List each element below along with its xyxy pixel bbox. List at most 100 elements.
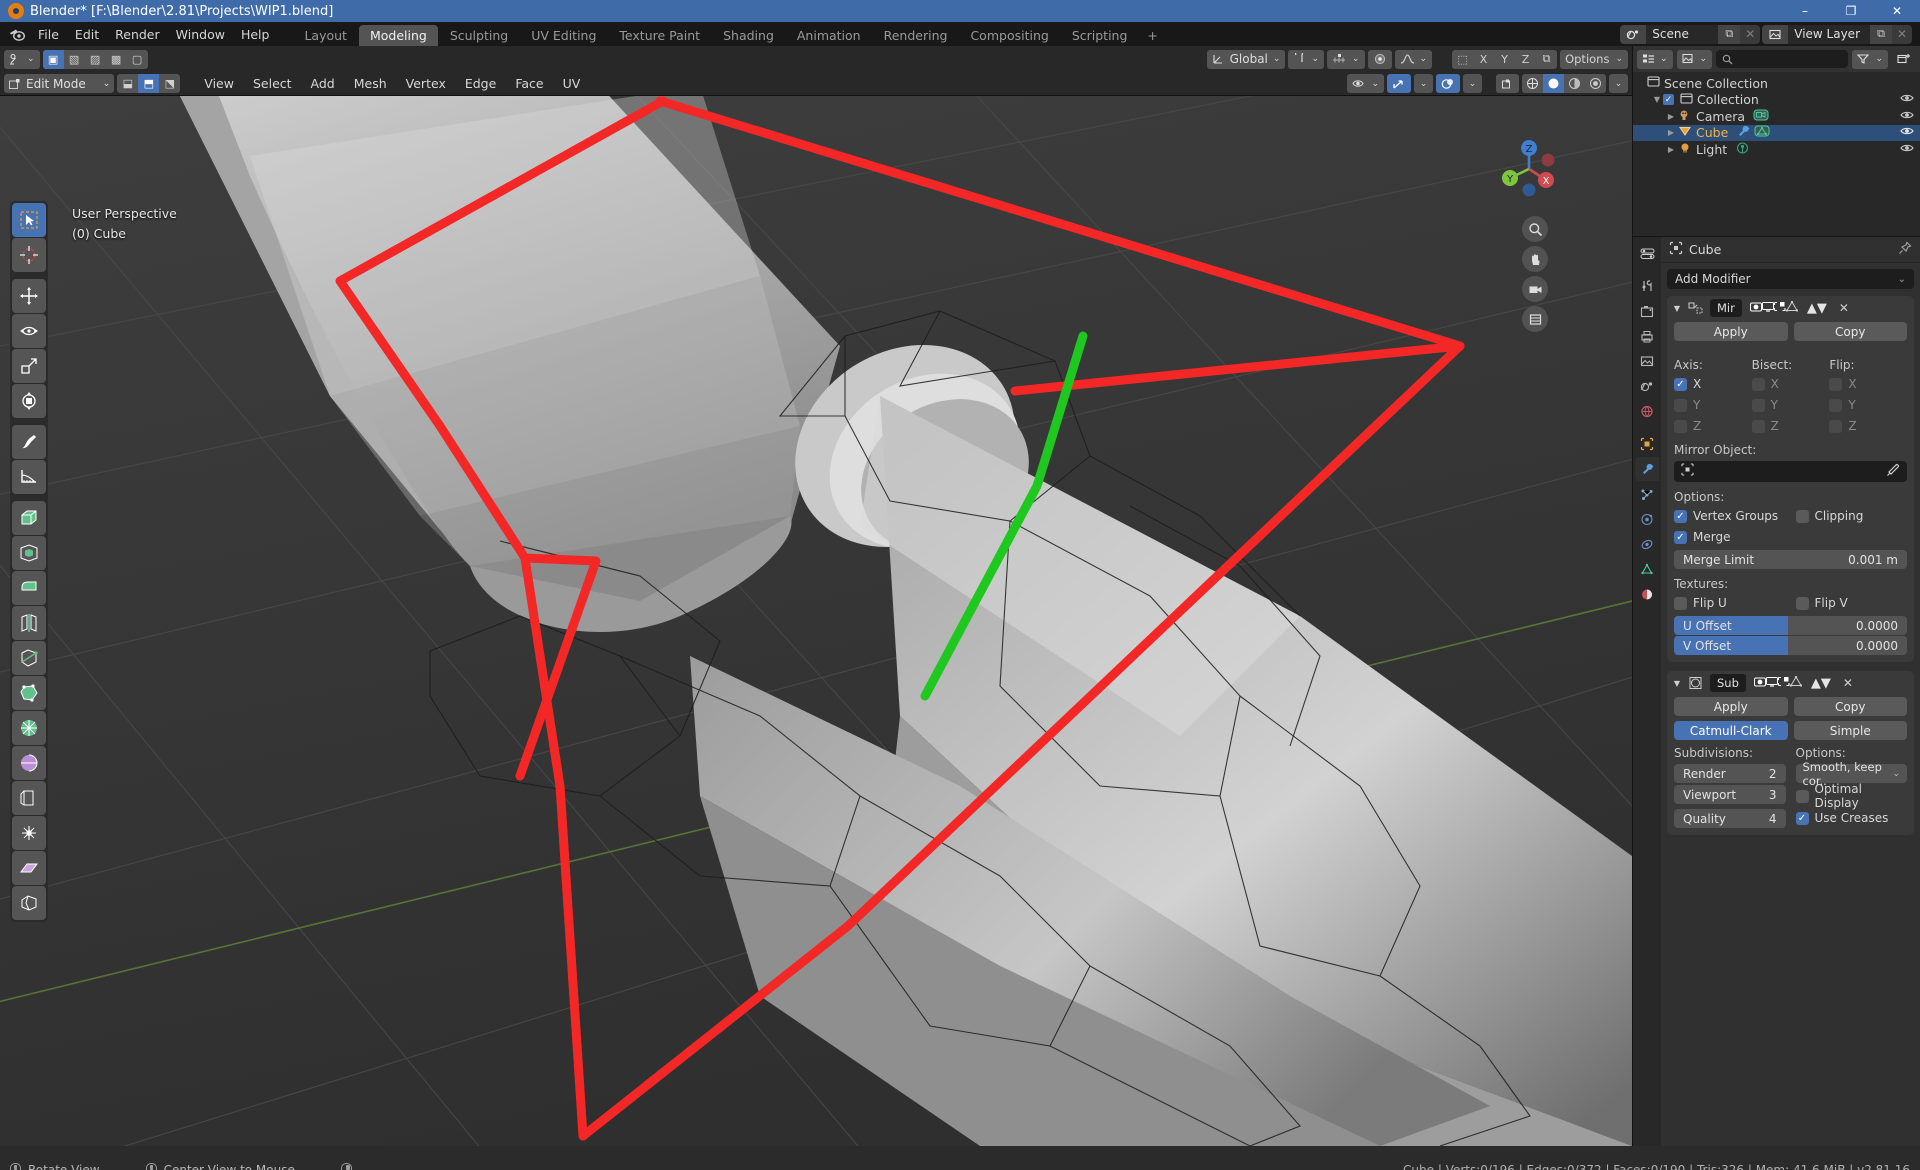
select-invert-icon[interactable]: ▩	[106, 50, 127, 69]
clipping-row[interactable]: Clipping	[1795, 507, 1908, 525]
outliner-search-input[interactable]	[1716, 50, 1849, 68]
tab-rendering[interactable]: Rendering	[873, 25, 959, 46]
tab-modifier-properties[interactable]	[1635, 457, 1659, 481]
viewport-options-dropdown[interactable]: Options ⌄	[1560, 49, 1628, 69]
move-down-icon[interactable]: ▼	[1821, 676, 1831, 691]
select-intersect-icon[interactable]: ▢	[127, 50, 148, 69]
remove-viewlayer-button[interactable]: ✕	[1892, 24, 1912, 44]
quality-field[interactable]: Quality 4	[1674, 809, 1786, 828]
proportional-editing-dropdown[interactable]: ⌄	[1326, 49, 1365, 69]
collapse-triangle-icon[interactable]: ▼	[1672, 679, 1682, 688]
viewport-menu-mesh[interactable]: Mesh	[346, 75, 395, 92]
add-modifier-dropdown[interactable]: Add Modifier ⌄	[1667, 269, 1914, 289]
flip-u-row[interactable]: Flip U	[1674, 594, 1786, 612]
xray-toggle[interactable]	[1496, 74, 1519, 93]
expand-triangle-icon[interactable]: ▶	[1665, 145, 1677, 154]
tab-compositing[interactable]: Compositing	[959, 25, 1059, 46]
proportional-falloff-dropdown[interactable]	[1367, 49, 1392, 69]
edge-slide-tool-button[interactable]	[12, 781, 46, 815]
outliner-editor-type-dropdown[interactable]: ⌄	[1637, 49, 1673, 69]
tab-modeling[interactable]: Modeling	[358, 25, 438, 46]
expand-triangle-icon[interactable]: ▼	[1651, 95, 1663, 104]
tab-animation[interactable]: Animation	[786, 25, 872, 46]
vertex-groups-row[interactable]: ✓ Vertex Groups	[1674, 507, 1786, 525]
mesh-select-mode-group[interactable]: ⬓ ⬒ ⬔	[117, 74, 181, 93]
navigation-gizmo[interactable]: Z Y X	[1496, 136, 1562, 202]
bisect-x-checkbox-row[interactable]: X	[1751, 375, 1830, 393]
viewport-menu-view[interactable]: View	[196, 75, 242, 92]
transform-orientation-dropdown[interactable]: Global ⌄	[1206, 49, 1286, 69]
edit-mode-toggle-icon[interactable]	[1777, 676, 1790, 691]
copy-button-mirror[interactable]: Copy	[1793, 322, 1907, 341]
modifier-wrench-icon[interactable]	[1736, 124, 1751, 141]
flip-z-checkbox[interactable]	[1829, 419, 1843, 433]
vertex-select-icon[interactable]: ⬓	[117, 74, 138, 93]
render-toggle-icon[interactable]	[1749, 301, 1762, 316]
merge-limit-field[interactable]: Merge Limit 0.001 m	[1674, 550, 1907, 569]
bisect-z-checkbox-row[interactable]: Z	[1751, 417, 1830, 435]
tab-scripting[interactable]: Scripting	[1061, 25, 1139, 46]
axis-x-toggle[interactable]: X	[1473, 50, 1494, 69]
copy-button-subsurf[interactable]: Copy	[1793, 697, 1907, 716]
select-subtract-icon[interactable]: ▨	[85, 50, 106, 69]
poly-build-tool-button[interactable]	[12, 676, 46, 710]
flip-v-checkbox[interactable]	[1795, 596, 1809, 610]
tab-output-properties[interactable]	[1635, 324, 1659, 348]
mirror-object-field[interactable]	[1674, 461, 1907, 482]
flip-u-checkbox[interactable]	[1674, 596, 1687, 610]
tab-world-properties[interactable]	[1635, 399, 1659, 423]
render-subdivisions-field[interactable]: Render 2	[1674, 764, 1786, 783]
delete-modifier-icon[interactable]: ✕	[1834, 299, 1854, 317]
outliner-row-cube[interactable]: ▶ Cube	[1633, 124, 1920, 141]
collapse-triangle-icon[interactable]: ▼	[1672, 304, 1682, 313]
tab-uv-editing[interactable]: UV Editing	[520, 25, 607, 46]
menu-file[interactable]: File	[30, 25, 67, 44]
tab-sculpting[interactable]: Sculpting	[439, 25, 519, 46]
spin-tool-button[interactable]	[12, 711, 46, 745]
flip-y-checkbox-row[interactable]: Y	[1829, 396, 1907, 414]
tweak-tool-button[interactable]	[12, 203, 46, 237]
on-cage-toggle-icon[interactable]	[1789, 675, 1802, 691]
inset-faces-tool-button[interactable]	[12, 536, 46, 570]
smooth-tool-button[interactable]	[12, 746, 46, 780]
rendered-shading-icon[interactable]	[1585, 74, 1606, 93]
outliner-row-light[interactable]: ▶ Light	[1633, 141, 1920, 158]
material-shading-icon[interactable]	[1564, 74, 1585, 93]
gizmo-options-dropdown[interactable]: ⌄	[1414, 74, 1433, 93]
visibility-group[interactable]: ⬚ X Y Z ⧉	[1452, 49, 1558, 69]
edit-mode-toggle-icon[interactable]	[1773, 301, 1786, 316]
loop-cut-tool-button[interactable]	[12, 606, 46, 640]
u-offset-slider[interactable]: U Offset 0.0000	[1674, 616, 1907, 635]
flip-x-checkbox-row[interactable]: X	[1829, 375, 1907, 393]
delete-modifier-icon[interactable]: ✕	[1838, 674, 1858, 692]
rip-region-tool-button[interactable]	[12, 886, 46, 920]
new-viewlayer-button[interactable]: ⧉	[1870, 24, 1892, 44]
viewlayer-selector[interactable]: View Layer ⧉ ✕	[1762, 24, 1912, 44]
new-scene-button[interactable]: ⧉	[1718, 24, 1741, 44]
axis-y-checkbox[interactable]	[1674, 398, 1687, 412]
visibility-eye-icon[interactable]	[1900, 110, 1914, 123]
maximize-button[interactable]: ❐	[1828, 0, 1874, 22]
minimize-button[interactable]: –	[1782, 0, 1828, 22]
annotate-tool-button[interactable]	[12, 425, 46, 459]
solid-shading-icon[interactable]	[1543, 74, 1564, 93]
bisect-y-checkbox[interactable]	[1751, 398, 1765, 412]
outliner-row-collection[interactable]: ▼ ✓ Collection	[1633, 92, 1920, 109]
axis-y-checkbox-row[interactable]: Y	[1674, 396, 1752, 414]
ortho-perspective-icon[interactable]	[1522, 306, 1548, 332]
tab-data-properties[interactable]	[1635, 557, 1659, 581]
apply-button-subsurf[interactable]: Apply	[1674, 697, 1788, 716]
rotate-tool-button[interactable]	[12, 314, 46, 348]
tab-material-properties[interactable]	[1635, 582, 1659, 606]
3d-viewport[interactable]: User Perspective (0) Cube Z Y X	[0, 96, 1632, 1146]
cursor-tool-button[interactable]	[12, 238, 46, 272]
axis-y-toggle[interactable]: Y	[1494, 50, 1515, 69]
v-offset-slider[interactable]: V Offset 0.0000	[1674, 636, 1907, 655]
merge-checkbox[interactable]: ✓	[1674, 530, 1687, 544]
tab-render-properties[interactable]	[1635, 299, 1659, 323]
simple-button[interactable]: Simple	[1793, 721, 1907, 740]
scene-selector[interactable]: Scene ⧉ ✕	[1620, 24, 1761, 44]
flip-y-checkbox[interactable]	[1829, 398, 1843, 412]
tab-texture-paint[interactable]: Texture Paint	[608, 25, 711, 46]
shading-options-dropdown[interactable]: ⌄	[1609, 74, 1628, 93]
